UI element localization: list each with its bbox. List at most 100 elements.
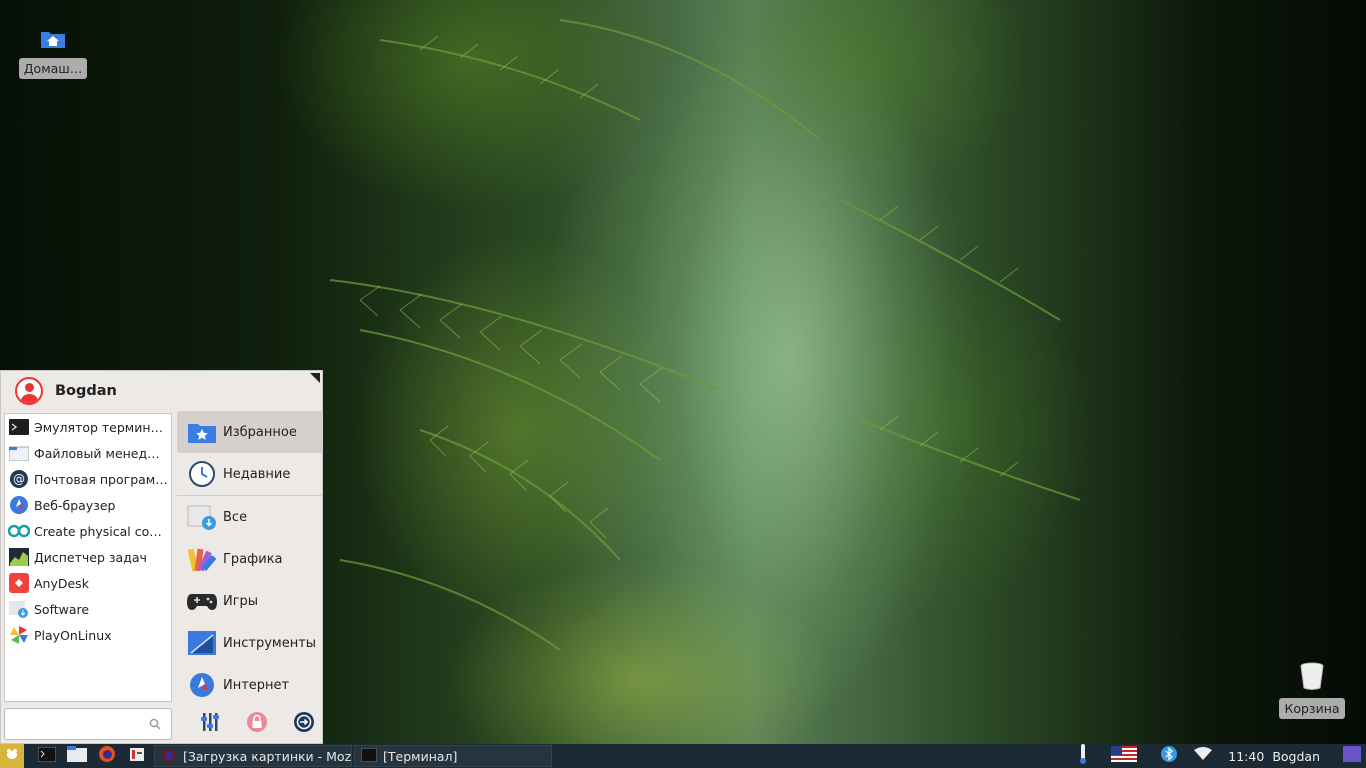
menu-action-buttons xyxy=(197,711,317,737)
category-graphics[interactable]: Графика xyxy=(177,538,323,580)
terminal-icon xyxy=(37,746,57,766)
thermometer-icon xyxy=(1079,744,1087,768)
mail-icon: @ xyxy=(8,469,30,489)
show-desktop-button[interactable] xyxy=(1338,744,1366,768)
menu-header: Bogdan xyxy=(15,377,117,405)
list-item[interactable]: Эмулятор терминала xyxy=(5,414,171,440)
network-button[interactable] xyxy=(1188,744,1218,768)
category-label: Избранное xyxy=(223,424,297,440)
category-games[interactable]: Игры xyxy=(177,580,323,622)
anydesk-icon xyxy=(8,573,30,593)
app-label: AnyDesk xyxy=(34,575,89,591)
search-input[interactable] xyxy=(9,709,149,737)
menu-resize-grip[interactable] xyxy=(310,373,320,383)
app-label: Веб-браузер xyxy=(34,497,116,513)
list-item[interactable]: Диспетчер задач xyxy=(5,544,171,570)
application-menu: Bogdan Эмулятор терминала Файловый менед… xyxy=(0,370,323,744)
category-label: Игры xyxy=(223,593,259,609)
lock-icon xyxy=(246,711,268,737)
favorites-icon xyxy=(187,418,217,446)
bluetooth-icon xyxy=(1160,745,1178,767)
taskbar-window-browser[interactable]: [Загрузка картинки - Mozil… xyxy=(154,745,352,767)
category-list: Избранное Недавние Все Графика Игры Инст… xyxy=(177,411,323,706)
lock-screen-button[interactable] xyxy=(244,711,270,737)
settings-button[interactable] xyxy=(197,711,223,737)
desktop-icon-home[interactable]: Домаш… xyxy=(18,28,88,79)
show-desktop-icon xyxy=(1343,746,1361,766)
list-item[interactable]: Software xyxy=(5,596,171,622)
app-label: Software xyxy=(34,601,90,617)
trash-icon xyxy=(1299,662,1325,694)
taskbar: [Загрузка картинки - Mozil… [Терминал] 1… xyxy=(0,744,1366,768)
launcher-text-editor[interactable] xyxy=(122,744,152,768)
graphics-icon xyxy=(187,545,217,573)
search-icon xyxy=(149,718,161,734)
category-label: Инструменты xyxy=(223,635,317,651)
home-folder-icon xyxy=(39,28,67,54)
list-item[interactable]: Файловый менеджер xyxy=(5,440,171,466)
keyboard-layout-button[interactable] xyxy=(1104,744,1144,768)
list-item[interactable]: PlayOnLinux xyxy=(5,622,171,648)
desktop-icon-label: Корзина xyxy=(1279,698,1345,719)
list-item[interactable]: @ Почтовая программа xyxy=(5,466,171,492)
software-icon xyxy=(8,599,30,619)
text-editor-icon xyxy=(129,746,145,766)
username: Bogdan xyxy=(55,383,117,399)
list-item[interactable]: Веб-браузер xyxy=(5,492,171,518)
category-recent[interactable]: Недавние xyxy=(177,453,323,495)
terminal-icon xyxy=(360,747,378,764)
launcher-terminal[interactable] xyxy=(32,744,62,768)
taskbar-window-terminal[interactable]: [Терминал] xyxy=(354,745,552,767)
playonlinux-icon xyxy=(8,625,30,645)
app-label: Эмулятор терминала xyxy=(34,419,170,435)
category-tools[interactable]: Инструменты xyxy=(177,622,323,664)
launcher-files[interactable] xyxy=(62,744,92,768)
games-icon xyxy=(187,587,217,615)
category-favorites[interactable]: Избранное xyxy=(177,411,323,453)
recent-icon xyxy=(187,460,217,488)
app-label: Диспетчер задач xyxy=(34,549,147,565)
task-manager-icon xyxy=(8,547,30,567)
task-label: [Загрузка картинки - Mozil… xyxy=(183,748,352,764)
desktop-icon-trash[interactable]: Корзина xyxy=(1279,662,1345,719)
app-label: Почтовая программа xyxy=(34,471,170,487)
category-all[interactable]: Все xyxy=(177,496,323,538)
firefox-icon xyxy=(161,748,177,764)
wifi-icon xyxy=(1194,747,1213,765)
category-label: Графика xyxy=(223,551,283,567)
favorites-app-list: Эмулятор терминала Файловый менеджер @ П… xyxy=(4,413,172,702)
tray-indicator[interactable] xyxy=(1068,744,1098,768)
tools-icon xyxy=(187,629,217,657)
arduino-icon xyxy=(8,521,30,541)
web-browser-icon xyxy=(8,495,30,515)
svg-text:@: @ xyxy=(13,472,25,486)
app-label: PlayOnLinux xyxy=(34,627,112,643)
avatar xyxy=(15,377,43,405)
firefox-icon xyxy=(98,745,116,767)
internet-icon xyxy=(187,671,217,699)
mouse-logo-icon xyxy=(5,747,19,765)
all-apps-icon xyxy=(187,503,217,531)
logout-button[interactable] xyxy=(291,711,317,737)
bluetooth-button[interactable] xyxy=(1154,744,1184,768)
files-icon xyxy=(67,746,87,766)
category-label: Все xyxy=(223,509,248,525)
launcher-firefox[interactable] xyxy=(92,744,122,768)
settings-icon xyxy=(201,711,219,737)
desktop-icon-label: Домаш… xyxy=(18,58,88,79)
system-tray: 11:40 Bogdan xyxy=(1068,744,1366,768)
terminal-icon xyxy=(8,417,30,437)
app-label: Create physical com… xyxy=(34,523,170,539)
tray-username[interactable]: Bogdan xyxy=(1272,749,1320,764)
category-label: Недавние xyxy=(223,466,291,482)
clock[interactable]: 11:40 xyxy=(1228,749,1264,764)
category-label: Интернет xyxy=(223,677,290,693)
applications-menu-button[interactable] xyxy=(0,744,24,768)
logout-icon xyxy=(293,711,315,737)
list-item[interactable]: Create physical com… xyxy=(5,518,171,544)
menu-search xyxy=(4,708,172,740)
list-item[interactable]: AnyDesk xyxy=(5,570,171,596)
app-label: Файловый менеджер xyxy=(34,445,170,461)
task-label: [Терминал] xyxy=(383,748,458,764)
category-internet[interactable]: Интернет xyxy=(177,664,323,706)
